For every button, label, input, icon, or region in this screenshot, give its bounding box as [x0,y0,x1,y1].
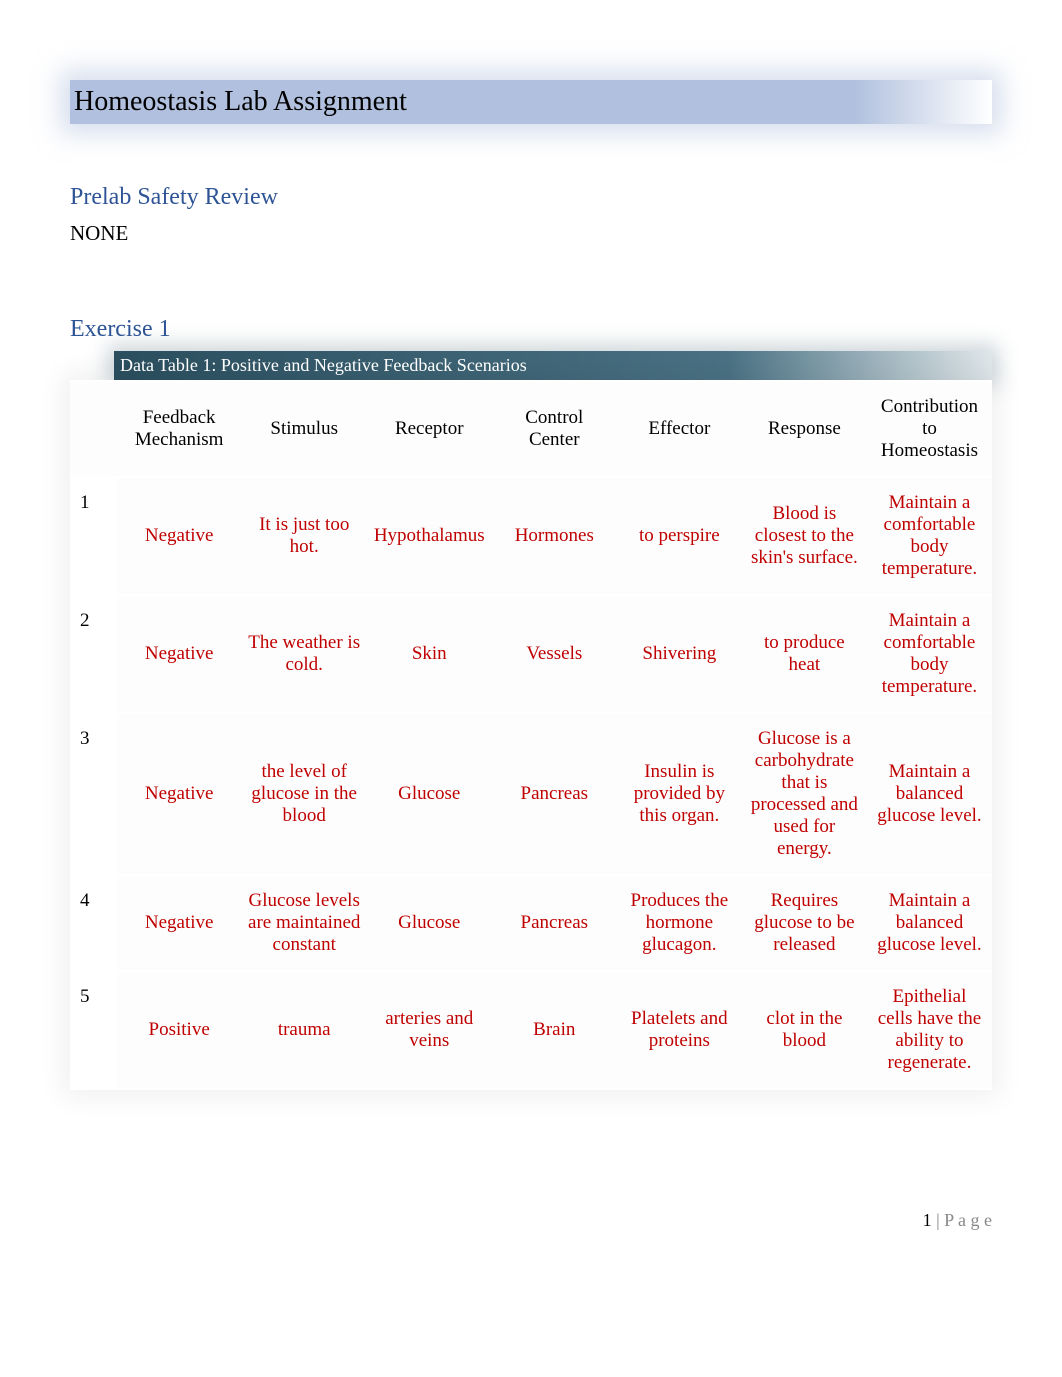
page-number: 1 [923,1210,932,1230]
cell-contribution: Maintain a comfortable body temperature. [867,477,992,595]
cell-stimulus: It is just too hot. [242,477,367,595]
cell-receptor: Skin [367,595,492,713]
cell-response: Glucose is a carbohydrate that is proces… [742,713,867,875]
cell-feedback: Negative [117,875,242,971]
cell-contribution: Epithelial cells have the ability to reg… [867,971,992,1089]
row-number: 2 [70,595,117,713]
cell-effector: Shivering [617,595,742,713]
table-row: 4 Negative Glucose levels are maintained… [70,875,992,971]
cell-feedback: Positive [117,971,242,1089]
row-number: 3 [70,713,117,875]
cell-response: Blood is closest to the skin's surface. [742,477,867,595]
cell-contribution: Maintain a comfortable body temperature. [867,595,992,713]
prelab-heading: Prelab Safety Review [70,184,992,211]
cell-receptor: Hypothalamus [367,477,492,595]
cell-control: Pancreas [492,713,617,875]
table-row: 2 Negative The weather is cold. Skin Ves… [70,595,992,713]
cell-feedback: Negative [117,713,242,875]
table-header-row: Feedback Mechanism Stimulus Receptor Con… [70,381,992,477]
cell-feedback: Negative [117,477,242,595]
feedback-table: Feedback Mechanism Stimulus Receptor Con… [70,380,992,1090]
cell-control: Vessels [492,595,617,713]
col-control: Control Center [492,381,617,477]
cell-response: clot in the blood [742,971,867,1089]
cell-stimulus: trauma [242,971,367,1089]
col-blank [70,381,117,477]
cell-effector: Insulin is provided by this organ. [617,713,742,875]
cell-receptor: arteries and veins [367,971,492,1089]
row-number: 1 [70,477,117,595]
row-number: 4 [70,875,117,971]
cell-effector: to perspire [617,477,742,595]
col-feedback: Feedback Mechanism [117,381,242,477]
cell-contribution: Maintain a balanced glucose level. [867,713,992,875]
cell-contribution: Maintain a balanced glucose level. [867,875,992,971]
exercise-heading: Exercise 1 [70,316,992,343]
cell-stimulus: Glucose levels are maintained constant [242,875,367,971]
page-footer: 1 | P a g e [70,1210,992,1231]
cell-effector: Produces the hormone glucagon. [617,875,742,971]
page-title: Homeostasis Lab Assignment [70,80,992,124]
cell-receptor: Glucose [367,875,492,971]
cell-control: Brain [492,971,617,1089]
col-effector: Effector [617,381,742,477]
col-response: Response [742,381,867,477]
cell-feedback: Negative [117,595,242,713]
col-contribution: Contribution to Homeostasis [867,381,992,477]
cell-control: Pancreas [492,875,617,971]
cell-receptor: Glucose [367,713,492,875]
prelab-content: NONE [70,221,992,246]
table-row: 5 Positive trauma arteries and veins Bra… [70,971,992,1089]
table-row: 1 Negative It is just too hot. Hypothala… [70,477,992,595]
col-stimulus: Stimulus [242,381,367,477]
cell-response: Requires glucose to be released [742,875,867,971]
row-number: 5 [70,971,117,1089]
cell-stimulus: the level of glucose in the blood [242,713,367,875]
cell-stimulus: The weather is cold. [242,595,367,713]
page-label: P a g e [944,1210,992,1230]
col-receptor: Receptor [367,381,492,477]
cell-effector: Platelets and proteins [617,971,742,1089]
table-row: 3 Negative the level of glucose in the b… [70,713,992,875]
cell-response: to produce heat [742,595,867,713]
cell-control: Hormones [492,477,617,595]
table-caption: Data Table 1: Positive and Negative Feed… [114,351,992,380]
